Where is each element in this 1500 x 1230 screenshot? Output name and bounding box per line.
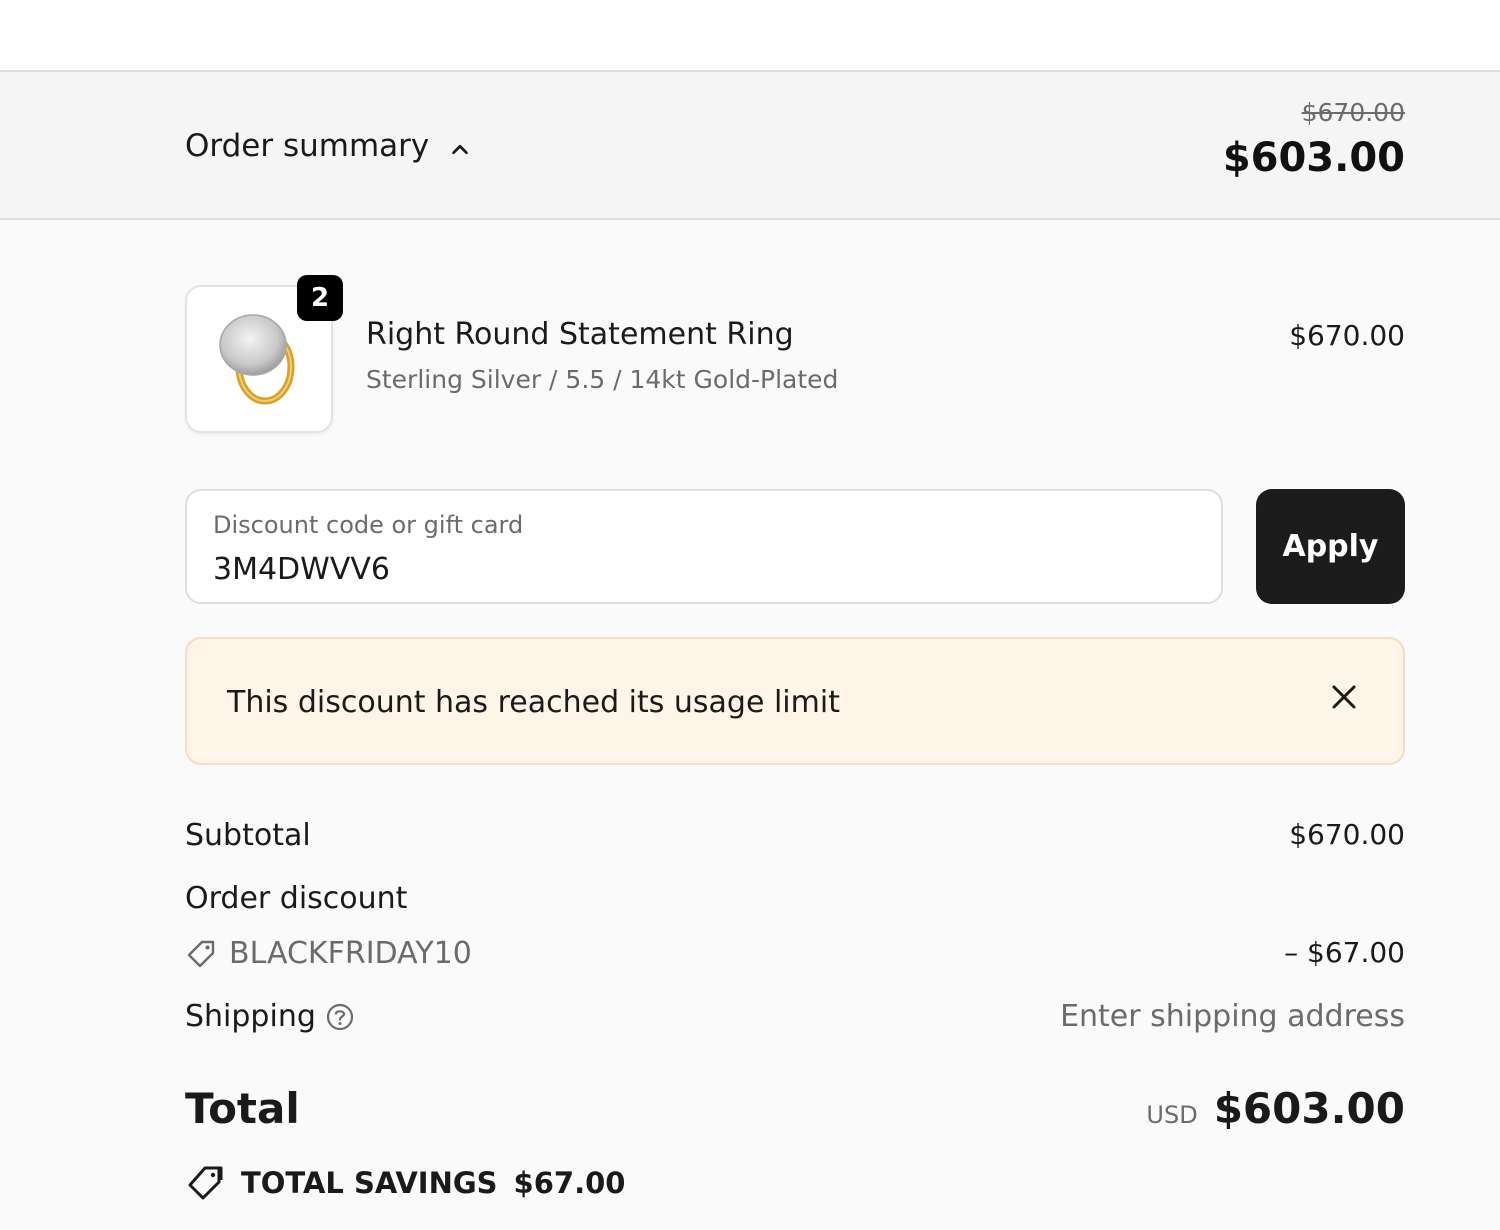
shipping-value: Enter shipping address — [1060, 999, 1405, 1034]
tag-icon — [187, 940, 215, 968]
shipping-label: Shipping — [185, 999, 316, 1034]
discount-field-label: Discount code or gift card — [213, 511, 524, 539]
savings-tag-icon — [188, 1166, 223, 1200]
summary-prices: $670.00 $603.00 — [1223, 96, 1405, 186]
discount-error-alert: This discount has reached its usage limi… — [185, 637, 1405, 765]
discount-code-input[interactable] — [213, 549, 1193, 589]
subtotal-label: Subtotal — [185, 818, 311, 853]
product-name: Right Round Statement Ring — [366, 317, 794, 352]
apply-button[interactable]: Apply — [1256, 489, 1405, 604]
total-savings: TOTAL SAVINGS $67.00 — [185, 1163, 625, 1203]
order-summary-bar: Order summary $670.00 $603.00 — [0, 72, 1500, 220]
total-amount-group: USD $603.00 — [1146, 1084, 1405, 1133]
original-price: $670.00 — [1301, 98, 1405, 127]
product-price: $670.00 — [1289, 319, 1405, 352]
product-variant: Sterling Silver / 5.5 / 14kt Gold-Plated — [366, 365, 839, 394]
discount-code-label: BLACKFRIDAY10 — [229, 936, 472, 971]
top-header — [0, 0, 1500, 72]
discounted-price: $603.00 — [1222, 135, 1405, 181]
help-icon[interactable] — [325, 1002, 355, 1032]
order-discount-label: Order discount — [185, 881, 408, 916]
line-item: 2 Right Round Statement Ring Sterling Si… — [185, 275, 1405, 435]
discount-code-field[interactable]: Discount code or gift card — [185, 489, 1223, 604]
total-amount: $603.00 — [1213, 1084, 1405, 1133]
order-discount-row: Order discount — [185, 881, 1405, 921]
order-summary-label: Order summary — [185, 128, 430, 164]
savings-label: TOTAL SAVINGS — [241, 1166, 498, 1200]
discount-code-row: BLACKFRIDAY10 – $67.00 — [185, 936, 1405, 976]
quantity-badge: 2 — [297, 275, 343, 321]
subtotal-value: $670.00 — [1289, 818, 1405, 851]
subtotal-row: Subtotal $670.00 — [185, 818, 1405, 858]
discount-error-message: This discount has reached its usage limi… — [227, 685, 840, 720]
savings-amount: $67.00 — [513, 1166, 626, 1200]
discount-amount: – $67.00 — [1284, 936, 1405, 969]
shipping-row: Shipping Enter shipping address — [185, 999, 1405, 1039]
total-currency: USD — [1146, 1101, 1198, 1129]
order-summary-toggle[interactable]: Order summary — [185, 124, 471, 168]
close-icon[interactable] — [1330, 683, 1358, 711]
chevron-up-icon — [452, 144, 469, 155]
total-label: Total — [185, 1084, 300, 1133]
